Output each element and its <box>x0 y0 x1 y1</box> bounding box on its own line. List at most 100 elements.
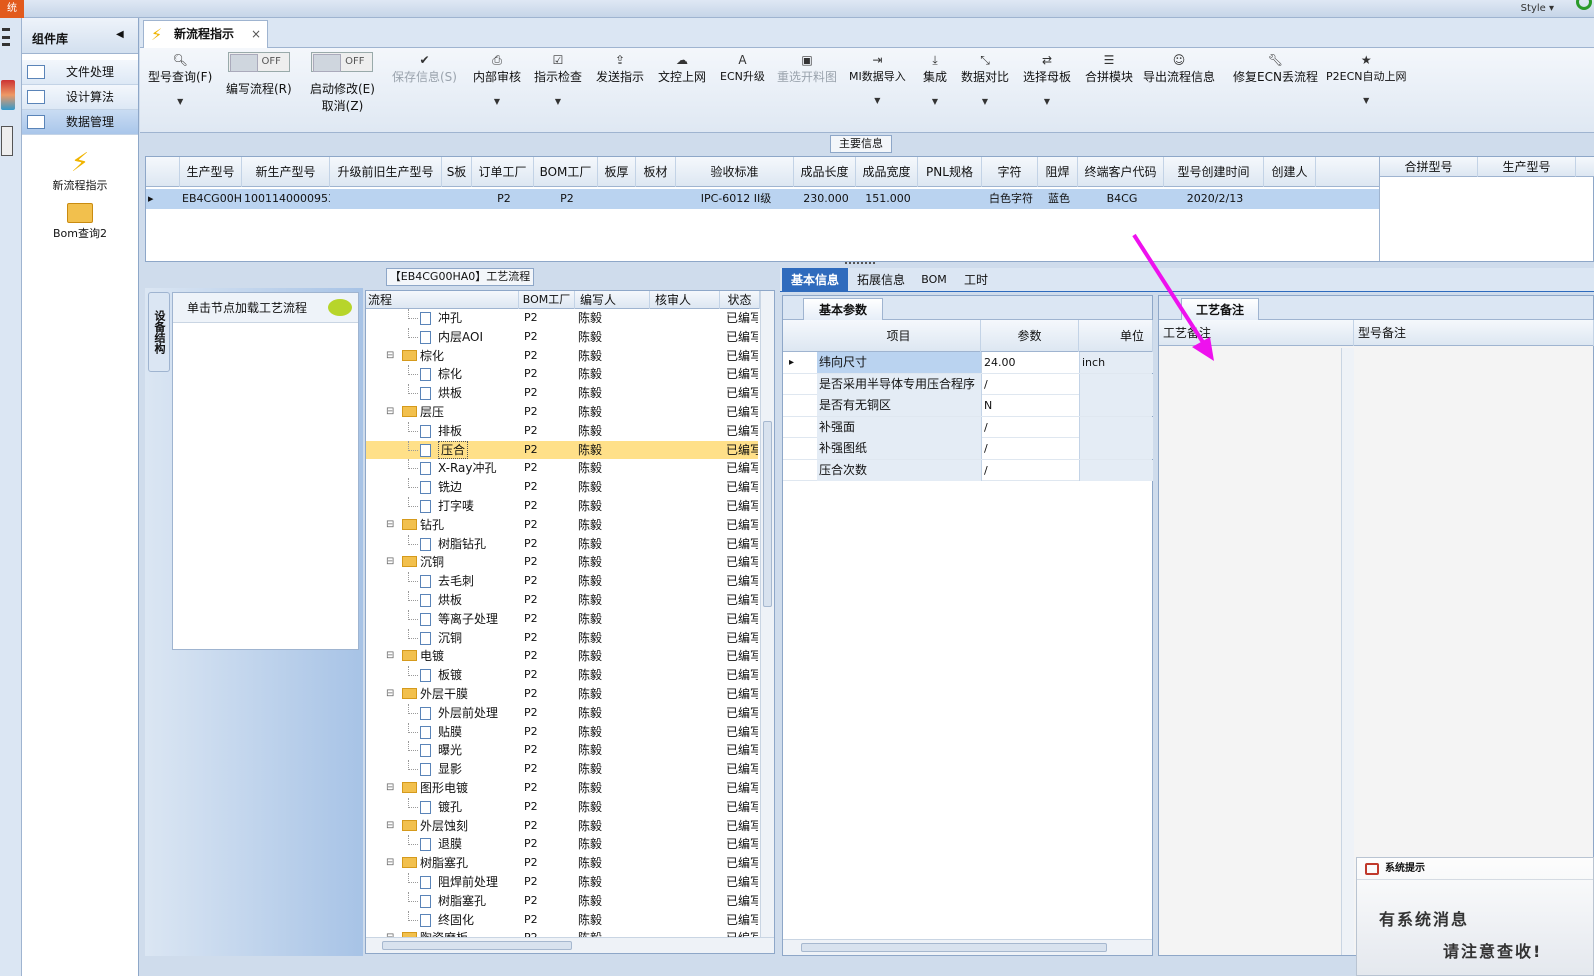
table-row[interactable]: ▸ EB4CG00HA010011400009537 P2P2 IPC-6012 II… <box>146 189 1379 209</box>
merge-module-button[interactable]: ☰ 合拼模块 <box>1085 52 1133 85</box>
tree-row[interactable]: 树脂塞孔 P2 陈毅 已编写 <box>366 891 758 911</box>
tree-row[interactable]: ⊟ 棕化 P2 陈毅 已编写 <box>366 347 758 366</box>
system-notification[interactable]: 系统提示 有系统消息 请注意查收! <box>1356 857 1594 976</box>
calculator-icon[interactable] <box>1 126 13 156</box>
tree-row[interactable]: 等离子处理 P2 陈毅 已编写 <box>366 609 758 629</box>
tree-row[interactable]: 烘板 P2 陈毅 已编写 <box>366 384 758 403</box>
tree-row[interactable]: 终固化 P2 陈毅 已编写 <box>366 910 758 930</box>
horizontal-scrollbar[interactable] <box>783 939 1152 955</box>
param-value-input[interactable]: / <box>981 459 1079 481</box>
reselect-drawing-button[interactable]: ▣ 重选开料图 <box>777 52 837 85</box>
tree-row[interactable]: 冲孔 P2 陈毅 已编写 <box>366 309 758 328</box>
tree-row[interactable]: 内层AOI P2 陈毅 已编写 <box>366 327 758 347</box>
column-header[interactable]: BOM工厂 <box>519 291 575 309</box>
tree-row[interactable]: ⊟ 图形电镀 P2 陈毅 已编写 <box>366 779 758 798</box>
param-value-input[interactable]: / <box>981 416 1079 438</box>
column-header[interactable]: 创建人 <box>1264 157 1316 187</box>
table-cell[interactable] <box>600 189 636 209</box>
column-header[interactable]: 成品长度 <box>794 157 856 187</box>
table-cell[interactable]: EB4CG00HA0 <box>182 189 242 209</box>
tree-row[interactable]: ⊟ 钻孔 P2 陈毅 已编写 <box>366 516 758 535</box>
column-header[interactable]: 状态 <box>720 291 760 309</box>
p2ecn-button[interactable]: ★ P2ECN自动上网 ▼ <box>1326 52 1407 105</box>
start-modify-toggle[interactable]: OFF 启动修改(E) 取消(Z) <box>310 52 375 114</box>
collapse-icon[interactable]: ⊟ <box>386 347 394 366</box>
param-value-input[interactable]: N <box>981 395 1079 416</box>
horizontal-scrollbar[interactable] <box>366 937 774 953</box>
column-header[interactable]: 生产型号 <box>1478 157 1576 177</box>
table-cell[interactable]: 白色字符 <box>984 189 1038 209</box>
save-button[interactable]: ✔ 保存信息(S) <box>392 52 457 85</box>
collapse-icon[interactable]: ⊟ <box>386 516 394 535</box>
ecn-upgrade-button[interactable]: A ECN升级 <box>720 52 765 84</box>
tree-row[interactable]: ⊟ 树脂塞孔 P2 陈毅 已编写 <box>366 854 758 873</box>
param-row[interactable]: 压合次数 / <box>783 459 1153 481</box>
data-compare-button[interactable]: ⤡ 数据对比 ▼ <box>961 52 1009 106</box>
table-cell[interactable]: 2020/2/13 <box>1166 189 1264 209</box>
table-cell[interactable] <box>638 189 676 209</box>
tab-basic-info[interactable]: 基本信息 <box>782 268 848 292</box>
sidebar-item-data[interactable]: 数据管理 <box>22 110 138 135</box>
tree-row[interactable]: ⊟ 外层干膜 P2 陈毅 已编写 <box>366 685 758 704</box>
collapse-icon[interactable]: ⊟ <box>386 854 394 873</box>
vertical-scrollbar[interactable] <box>760 291 774 939</box>
table-cell[interactable]: 蓝色 <box>1040 189 1078 209</box>
tree-row[interactable]: 树脂钻孔 P2 陈毅 已编写 <box>366 534 758 554</box>
select-all-corner[interactable] <box>146 157 180 187</box>
column-header[interactable]: BOM工厂 <box>534 157 598 187</box>
column-header[interactable]: 阻焊 <box>1038 157 1078 187</box>
tab-extended-info[interactable]: 拓展信息 <box>852 268 910 292</box>
column-header[interactable]: 生产型号 <box>180 157 242 187</box>
tree-row[interactable]: 贴膜 P2 陈毅 已编写 <box>366 722 758 742</box>
collapse-left-icon[interactable]: ◀ <box>116 29 124 40</box>
table-cell[interactable]: P2 <box>474 189 534 209</box>
column-header[interactable]: 板材 <box>636 157 676 187</box>
table-cell[interactable] <box>332 189 442 209</box>
tree-row[interactable]: ⊟ 沉铜 P2 陈毅 已编写 <box>366 553 758 572</box>
tree-row[interactable]: ⊟ 外层蚀刻 P2 陈毅 已编写 <box>366 817 758 836</box>
table-cell[interactable] <box>920 189 982 209</box>
collapse-icon[interactable]: ⊟ <box>386 779 394 798</box>
tree-row[interactable]: 打字唛 P2 陈毅 已编写 <box>366 496 758 516</box>
column-header[interactable]: S板 <box>442 157 472 187</box>
param-row[interactable]: ▸ 纬向尺寸 24.00 inch <box>783 352 1153 374</box>
select-master-button[interactable]: ⇄ 选择母板 ▼ <box>1023 52 1071 106</box>
column-header[interactable]: 核审人 <box>650 291 720 309</box>
device-hint[interactable]: 单击节点加载工艺流程 <box>173 293 358 323</box>
tree-row[interactable]: 镀孔 P2 陈毅 已编写 <box>366 797 758 817</box>
internal-review-button[interactable]: ⎙ 内部审核 ▼ <box>473 52 521 106</box>
table-cell[interactable]: 230.000 <box>796 189 856 209</box>
param-row[interactable]: 是否采用半导体专用压合程序 / <box>783 373 1153 395</box>
column-header[interactable]: 成品宽度 <box>856 157 918 187</box>
table-cell[interactable] <box>444 189 472 209</box>
column-header[interactable]: 合拼型号 <box>1380 157 1478 177</box>
column-header[interactable]: 字符 <box>982 157 1038 187</box>
table-cell[interactable] <box>1266 189 1316 209</box>
table-cell[interactable]: IPC-6012 II级 <box>678 189 794 209</box>
table-cell[interactable]: 151.000 <box>858 189 918 209</box>
column-header[interactable]: PNL规格 <box>918 157 982 187</box>
param-value-input[interactable]: 24.00 <box>981 352 1079 373</box>
column-header[interactable]: 新生产型号 <box>242 157 330 187</box>
tree-row[interactable]: 板镀 P2 陈毅 已编写 <box>366 666 758 685</box>
table-cell[interactable]: P2 <box>536 189 598 209</box>
tree-row[interactable]: 排板 P2 陈毅 已编写 <box>366 421 758 441</box>
column-header[interactable]: 订单工厂 <box>472 157 534 187</box>
column-header[interactable]: 型号备注 <box>1354 320 1594 346</box>
tree-row[interactable]: X-Ray冲孔 P2 陈毅 已编写 <box>366 459 758 478</box>
tree-row[interactable]: ⊟ 电镀 P2 陈毅 已编写 <box>366 647 758 666</box>
column-header[interactable]: 参数 <box>981 320 1079 352</box>
tree-row[interactable]: 烘板 P2 陈毅 已编写 <box>366 590 758 610</box>
tree-row[interactable]: 棕化 P2 陈毅 已编写 <box>366 365 758 384</box>
tab-new-flow[interactable]: ⚡ 新流程指示 × <box>143 20 268 49</box>
close-icon[interactable]: × <box>251 21 261 48</box>
edit-flow-toggle[interactable]: OFF 编写流程(R) <box>226 52 292 97</box>
fix-ecn-button[interactable]: 🔧︎ 修复ECN丢流程 <box>1233 52 1318 85</box>
tree-row[interactable]: ⊟ 层压 P2 陈毅 已编写 <box>366 403 758 422</box>
column-header[interactable]: 终端客户代码 <box>1078 157 1164 187</box>
app-launcher-icon[interactable] <box>1 80 15 110</box>
query-button[interactable]: 🔍︎ 型号查询(F) ▼ <box>148 52 212 106</box>
column-header[interactable]: 板厚 <box>598 157 636 187</box>
column-header[interactable]: 项目 <box>817 320 981 352</box>
collapse-icon[interactable]: ⊟ <box>386 553 394 572</box>
